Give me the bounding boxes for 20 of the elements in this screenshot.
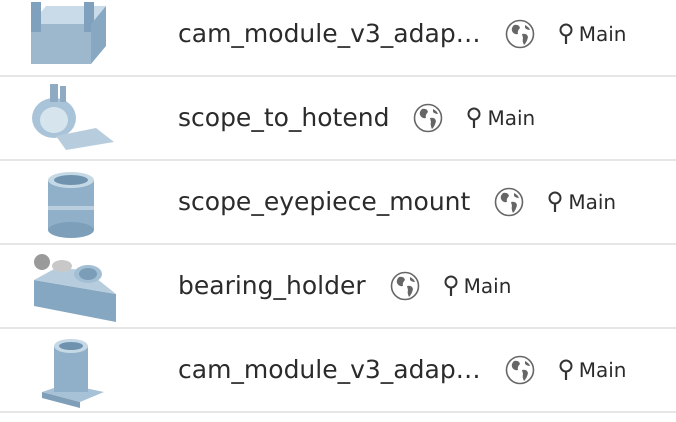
- globe-icon: [504, 19, 535, 49]
- document-name[interactable]: bearing_holder: [178, 267, 366, 305]
- pin-icon: [548, 191, 562, 213]
- pin-icon: [467, 107, 482, 129]
- branch-label: Main: [487, 105, 536, 132]
- branch-label: Main: [578, 357, 626, 384]
- branch-label: Main: [578, 21, 626, 48]
- pin-icon: [558, 359, 573, 381]
- document-name[interactable]: scope_eyepiece_mount: [178, 183, 470, 221]
- document-name[interactable]: cam_module_v3_adap…: [178, 351, 481, 389]
- globe-icon: [390, 271, 420, 301]
- globe-icon: [504, 355, 535, 385]
- globe-icon: [494, 187, 524, 217]
- branch-label: Main: [464, 273, 512, 300]
- pin-icon: [558, 23, 573, 45]
- document-name[interactable]: scope_to_hotend: [178, 99, 390, 137]
- pin-icon: [444, 275, 458, 297]
- globe-icon: [413, 103, 444, 133]
- branch-label: Main: [568, 189, 616, 216]
- document-name[interactable]: cam_module_v3_adap…: [178, 15, 481, 53]
